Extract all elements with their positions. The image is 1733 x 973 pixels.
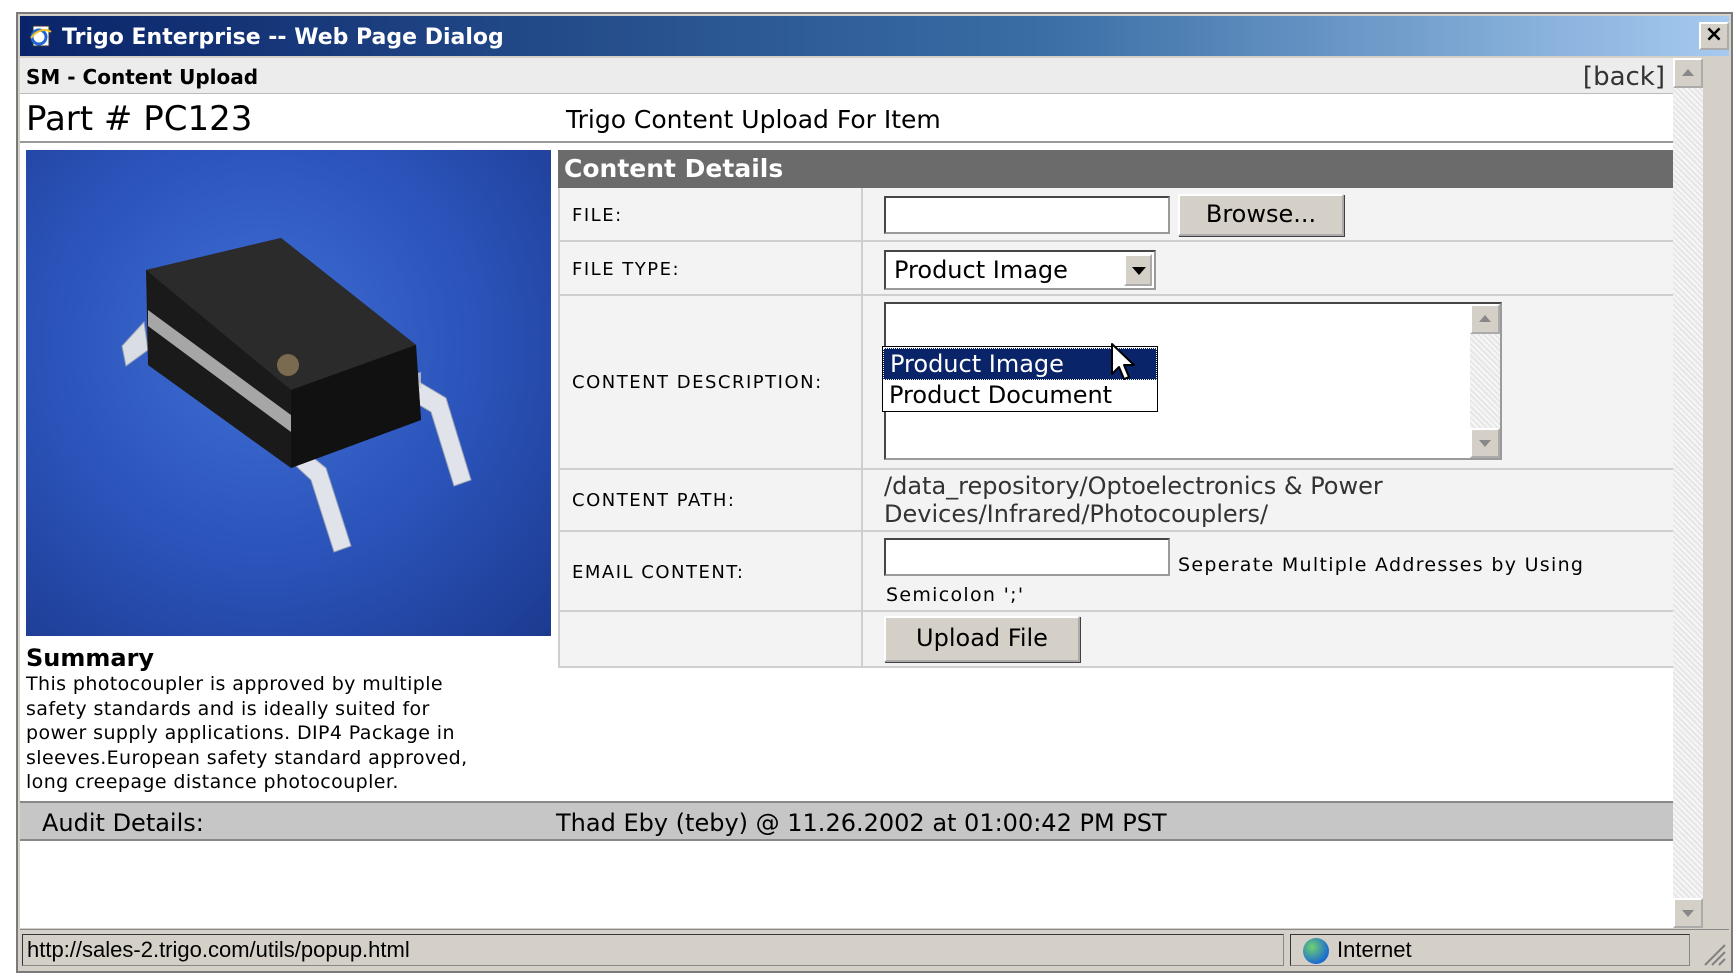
part-row: Part # PC123 Trigo Content Upload For It… — [20, 95, 1703, 143]
globe-icon — [1303, 938, 1329, 964]
summary-title: Summary — [26, 644, 155, 672]
section-title: SM - Content Upload — [26, 65, 259, 89]
file-type-selected-value: Product Image — [894, 256, 1068, 284]
content-details-header: Content Details — [558, 150, 1702, 188]
content-details-form: Content Details FILE: Browse... FILE TYP… — [558, 150, 1702, 718]
content-path-row: CONTENT PATH: /data_repository/Optoelect… — [558, 470, 1702, 532]
title-bar[interactable]: Trigo Enterprise -- Web Page Dialog × — [20, 16, 1729, 56]
email-label: EMAIL CONTENT: — [572, 562, 745, 583]
file-type-select[interactable]: Product Image — [884, 250, 1156, 290]
dialog-content: SM - Content Upload [back] Part # PC123 … — [20, 58, 1703, 928]
security-zone: Internet — [1290, 934, 1690, 966]
summary-line: long creepage distance photocoupler. — [26, 771, 399, 793]
file-type-label: FILE TYPE: — [572, 259, 681, 280]
upload-row: Upload File — [558, 612, 1702, 668]
mouse-pointer-icon — [1111, 343, 1135, 380]
content-path-line: /data_repository/Optoelectronics & Power — [884, 472, 1383, 500]
product-photo — [26, 150, 551, 636]
scroll-up-icon[interactable] — [1470, 304, 1500, 334]
textarea-scrollbar[interactable] — [1470, 304, 1500, 458]
upload-file-button[interactable]: Upload File — [884, 616, 1080, 662]
page-scrollbar[interactable] — [1673, 58, 1703, 928]
scroll-down-icon[interactable] — [1673, 898, 1703, 928]
summary-section: Summary This photocoupler is approved by… — [26, 644, 556, 795]
close-button[interactable]: × — [1699, 22, 1729, 50]
option-product-document[interactable]: Product Document — [883, 380, 1157, 412]
part-number: Part # PC123 — [26, 99, 253, 139]
summary-line: This photocoupler is approved by multipl… — [26, 673, 444, 695]
window-title: Trigo Enterprise -- Web Page Dialog — [62, 25, 504, 50]
email-input[interactable] — [884, 538, 1170, 576]
status-bar: http://sales-2.trigo.com/utils/popup.htm… — [20, 929, 1729, 969]
email-note: Seperate Multiple Addresses by Using — [1178, 554, 1585, 576]
audit-bar: Audit Details: Thad Eby (teby) @ 11.26.2… — [20, 801, 1703, 841]
description-label: CONTENT DESCRIPTION: — [572, 372, 823, 393]
file-type-row: FILE TYPE: Product Image — [558, 242, 1702, 296]
summary-line: power supply applications. DIP4 Package … — [26, 722, 455, 744]
file-row: FILE: Browse... — [558, 188, 1702, 242]
dialog-window: Trigo Enterprise -- Web Page Dialog × SM… — [16, 12, 1733, 973]
audit-label: Audit Details: — [42, 809, 204, 837]
section-header: SM - Content Upload [back] — [20, 58, 1703, 94]
ie-document-icon — [30, 25, 52, 47]
upload-heading: Trigo Content Upload For Item — [566, 105, 941, 134]
content-path-value: /data_repository/Optoelectronics & Power… — [884, 472, 1383, 528]
content-path-line: Devices/Infrared/Photocouplers/ — [884, 500, 1269, 528]
scroll-up-icon[interactable] — [1673, 58, 1703, 88]
status-url: http://sales-2.trigo.com/utils/popup.htm… — [22, 934, 1284, 966]
audit-value: Thad Eby (teby) @ 11.26.2002 at 01:00:42… — [556, 809, 1167, 837]
file-label: FILE: — [572, 205, 623, 226]
back-link[interactable]: [back] — [1583, 62, 1665, 92]
summary-line: sleeves.European safety standard approve… — [26, 746, 468, 769]
email-note-continued: Semicolon ';' — [886, 584, 1025, 606]
zone-label: Internet — [1337, 937, 1412, 962]
browse-button[interactable]: Browse... — [1178, 194, 1344, 236]
resize-grip-icon[interactable] — [1699, 939, 1727, 967]
chevron-down-icon[interactable] — [1124, 254, 1152, 286]
content-path-label: CONTENT PATH: — [572, 490, 736, 511]
summary-line: safety standards and is ideally suited f… — [26, 697, 430, 720]
file-input[interactable] — [884, 196, 1170, 234]
scroll-down-icon[interactable] — [1470, 428, 1500, 458]
email-row: EMAIL CONTENT: Seperate Multiple Address… — [558, 532, 1702, 612]
summary-text: This photocoupler is approved by multipl… — [26, 672, 556, 795]
